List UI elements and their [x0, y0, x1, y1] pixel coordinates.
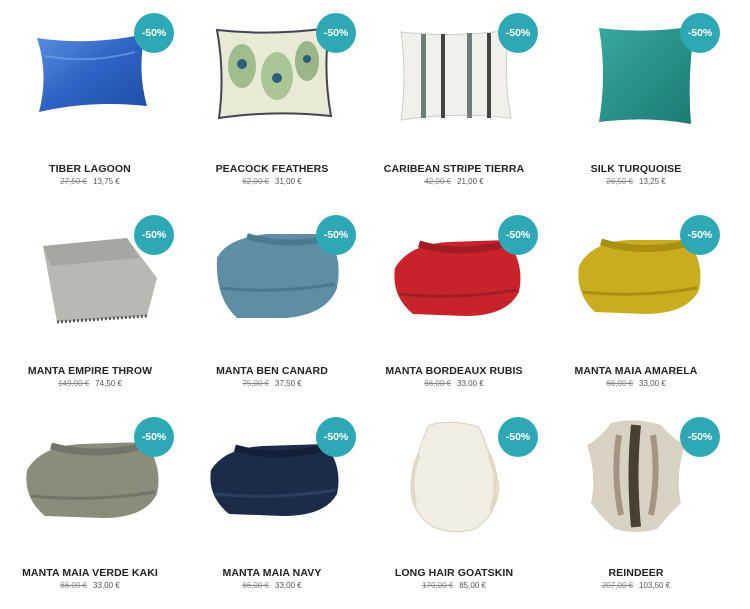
discount-badge: -50%: [680, 417, 720, 457]
product-card[interactable]: -50% MANTA MAIA AMARELA 66,00 € 33,00 €: [548, 202, 724, 397]
old-price: 66,00 €: [606, 379, 633, 388]
old-price: 62,00 €: [242, 177, 269, 186]
old-price: 26,50 €: [606, 177, 633, 186]
product-card[interactable]: -50% TIBER LAGOON 27,50 € 13,75 €: [2, 0, 178, 195]
discount-badge: -50%: [498, 417, 538, 457]
product-prices: 149,00 € 74,50 €: [2, 379, 178, 388]
product-card[interactable]: -50% MANTA MAIA NAVY 66,00 € 33,00 €: [184, 404, 360, 599]
product-name[interactable]: MANTA MAIA AMARELA: [548, 365, 724, 377]
old-price: 207,00 €: [601, 581, 633, 590]
sale-price: 13,25 €: [639, 177, 666, 186]
product-name[interactable]: CARIBEAN STRIPE TIERRA: [366, 163, 542, 175]
product-prices: 62,00 € 31,00 €: [184, 177, 360, 186]
sale-price: 74,50 €: [95, 379, 122, 388]
old-price: 66,00 €: [242, 581, 269, 590]
product-name[interactable]: MANTA BEN CANARD: [184, 365, 360, 377]
discount-badge: -50%: [680, 215, 720, 255]
product-grid: -50% TIBER LAGOON 27,50 € 13,75 € -50% PE…: [0, 0, 750, 609]
old-price: 66,00 €: [424, 379, 451, 388]
product-name[interactable]: MANTA EMPIRE THROW: [2, 365, 178, 377]
old-price: 27,50 €: [60, 177, 87, 186]
product-prices: 66,00 € 33,00 €: [548, 379, 724, 388]
sale-price: 85,00 €: [459, 581, 486, 590]
product-card[interactable]: -50% MANTA EMPIRE THROW 149,00 € 74,50 €: [2, 202, 178, 397]
product-prices: 170,00 € 85,00 €: [366, 581, 542, 590]
product-name[interactable]: MANTA MAIA VERDE KAKI: [2, 567, 178, 579]
sale-price: 31,00 €: [275, 177, 302, 186]
product-card[interactable]: -50% MANTA BORDEAUX RUBIS 66,00 € 33,00 €: [366, 202, 542, 397]
product-card[interactable]: -50% MANTA BEN CANARD 75,00 € 37,50 €: [184, 202, 360, 397]
product-prices: 66,00 € 33,00 €: [184, 581, 360, 590]
product-name[interactable]: PEACOCK FEATHERS: [184, 163, 360, 175]
product-card[interactable]: -50% SILK TURQUOISE 26,50 € 13,25 €: [548, 0, 724, 195]
old-price: 42,00 €: [424, 177, 451, 186]
product-prices: 66,00 € 33,00 €: [2, 581, 178, 590]
discount-badge: -50%: [134, 417, 174, 457]
product-card[interactable]: -50% REINDEER 207,00 € 103,50 €: [548, 404, 724, 599]
discount-badge: -50%: [498, 215, 538, 255]
product-card[interactable]: -50% CARIBEAN STRIPE TIERRA 42,00 € 21,00…: [366, 0, 542, 195]
old-price: 75,00 €: [242, 379, 269, 388]
sale-price: 33,00 €: [639, 379, 666, 388]
sale-price: 37,50 €: [275, 379, 302, 388]
discount-badge: -50%: [498, 13, 538, 53]
discount-badge: -50%: [134, 13, 174, 53]
discount-badge: -50%: [316, 215, 356, 255]
old-price: 149,00 €: [58, 379, 90, 388]
sale-price: 33,00 €: [275, 581, 302, 590]
sale-price: 21,00 €: [457, 177, 484, 186]
discount-badge: -50%: [316, 417, 356, 457]
product-name[interactable]: REINDEER: [548, 567, 724, 579]
product-card[interactable]: -50% PEACOCK FEATHERS 62,00 € 31,00 €: [184, 0, 360, 195]
old-price: 170,00 €: [422, 581, 454, 590]
product-card[interactable]: -50% LONG HAIR GOATSKIN 170,00 € 85,00 €: [366, 404, 542, 599]
sale-price: 103,50 €: [639, 581, 671, 590]
sale-price: 33,00 €: [93, 581, 120, 590]
sale-price: 33,00 €: [457, 379, 484, 388]
product-name[interactable]: SILK TURQUOISE: [548, 163, 724, 175]
product-name[interactable]: LONG HAIR GOATSKIN: [366, 567, 542, 579]
discount-badge: -50%: [134, 215, 174, 255]
old-price: 66,00 €: [60, 581, 87, 590]
product-card[interactable]: -50% MANTA MAIA VERDE KAKI 66,00 € 33,00 …: [2, 404, 178, 599]
product-name[interactable]: MANTA MAIA NAVY: [184, 567, 360, 579]
product-prices: 26,50 € 13,25 €: [548, 177, 724, 186]
product-prices: 75,00 € 37,50 €: [184, 379, 360, 388]
discount-badge: -50%: [680, 13, 720, 53]
product-prices: 42,00 € 21,00 €: [366, 177, 542, 186]
product-prices: 27,50 € 13,75 €: [2, 177, 178, 186]
product-name[interactable]: TIBER LAGOON: [2, 163, 178, 175]
product-prices: 66,00 € 33,00 €: [366, 379, 542, 388]
product-prices: 207,00 € 103,50 €: [548, 581, 724, 590]
sale-price: 13,75 €: [93, 177, 120, 186]
discount-badge: -50%: [316, 13, 356, 53]
product-name[interactable]: MANTA BORDEAUX RUBIS: [366, 365, 542, 377]
